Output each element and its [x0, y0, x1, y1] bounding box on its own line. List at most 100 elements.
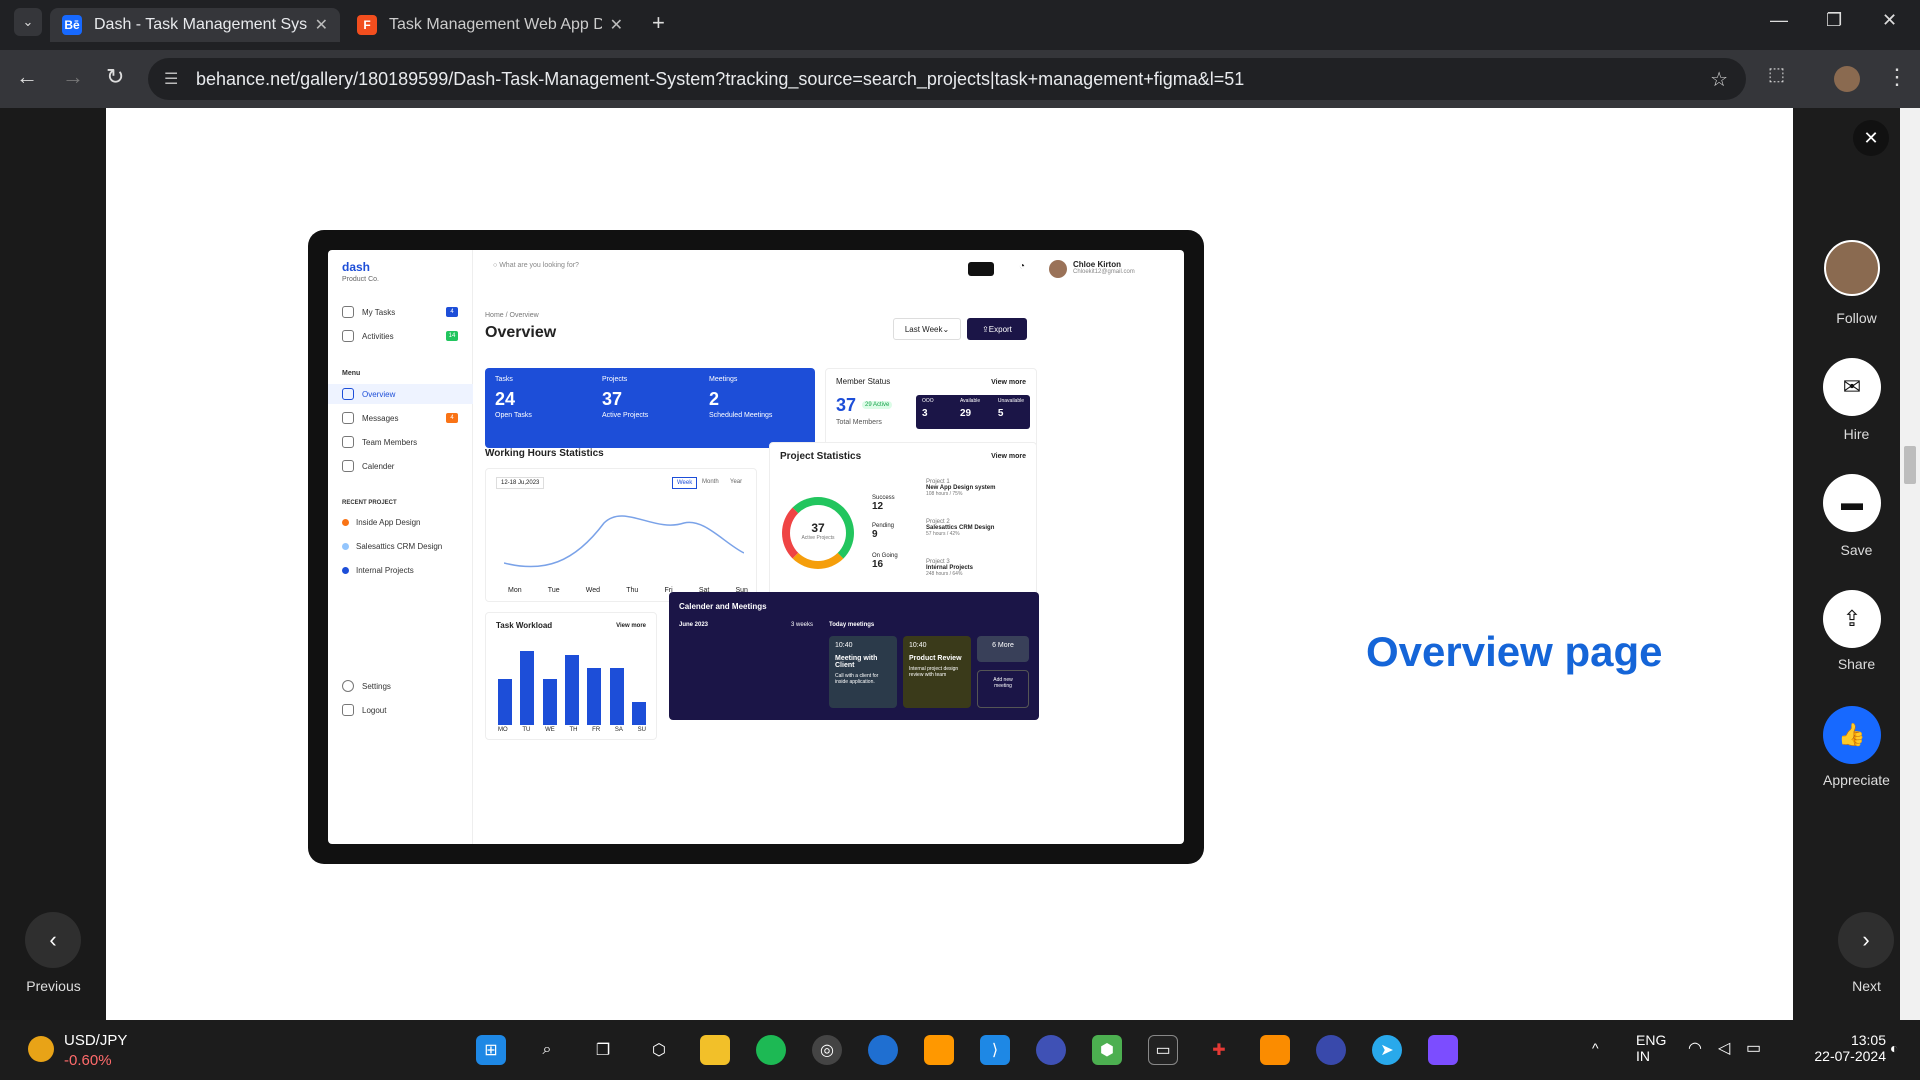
bookmark-star-icon[interactable]: ☆ [1710, 67, 1728, 92]
virtualbox-icon[interactable]: ⬡ [644, 1035, 674, 1065]
add-meeting-button[interactable]: Add new meeting [977, 670, 1029, 708]
chrome-icon[interactable]: ◎ [812, 1035, 842, 1065]
close-tab-icon[interactable]: ✕ [610, 15, 623, 35]
close-modal-button[interactable]: ✕ [1853, 120, 1889, 156]
extensions-icon[interactable]: ⬚ [1768, 64, 1785, 85]
eclipse-icon[interactable] [1036, 1035, 1066, 1065]
file-explorer-icon[interactable] [700, 1035, 730, 1065]
reload-icon[interactable]: ↻ [106, 64, 124, 90]
profile-avatar[interactable] [1834, 66, 1860, 92]
battery-icon[interactable]: ▭ [1746, 1038, 1761, 1058]
view-more-link[interactable]: View more [991, 453, 1026, 460]
stat-tasks[interactable]: Tasks 24 Open Tasks [495, 376, 595, 419]
stat-meetings[interactable]: Meetings 2 Scheduled Meetings [709, 376, 809, 419]
scrollbar-thumb[interactable] [1904, 446, 1916, 484]
tick-label: TH [569, 727, 578, 733]
ticker-label[interactable]: USD/JPY [64, 1032, 127, 1049]
meeting-card[interactable]: 10:40 Meeting with Client Call with a clie… [829, 636, 897, 708]
sidebar-item-overview[interactable]: Overview [328, 384, 473, 404]
sidebar-item-activities[interactable]: Activities 14 [342, 326, 462, 346]
page-scrollbar[interactable] [1900, 108, 1920, 1020]
language-indicator[interactable]: ENG IN [1636, 1032, 1666, 1064]
autocad-icon[interactable]: ✚ [1204, 1035, 1234, 1065]
forward-icon[interactable]: → [62, 64, 84, 90]
restore-icon[interactable]: ❐ [1826, 10, 1842, 31]
tab-year[interactable]: Year [730, 479, 742, 485]
close-tab-icon[interactable]: ✕ [315, 15, 328, 35]
xampp-icon[interactable] [1260, 1035, 1290, 1065]
site-info-icon[interactable]: ☰ [164, 69, 178, 89]
recent-project-item[interactable]: Inside App Design [342, 512, 462, 532]
hire-button[interactable]: ✉ [1823, 358, 1881, 416]
sidebar-item-settings[interactable]: Settings [342, 676, 462, 696]
sidebar-item-logout[interactable]: Logout [342, 700, 462, 720]
firefox-icon[interactable] [868, 1035, 898, 1065]
sidebar-item-calender[interactable]: Calender [342, 456, 462, 476]
tab-behance[interactable]: Bē Dash - Task Management Syste ✕ [50, 8, 340, 42]
sidebar-item-my-tasks[interactable]: My Tasks 4 [342, 302, 462, 322]
previous-project-button[interactable]: ‹ [25, 912, 81, 968]
search-icon[interactable]: ⌕ [532, 1035, 562, 1065]
tab-figma[interactable]: F Task Management Web App De ✕ [345, 8, 635, 42]
obsidian-icon[interactable] [1428, 1035, 1458, 1065]
notifications-icon[interactable]: ◐ [1890, 1040, 1898, 1056]
recent-project-item[interactable]: Salesattics CRM Design [342, 536, 462, 556]
close-window-icon[interactable]: ✕ [1882, 10, 1897, 31]
meeting-card[interactable]: 10:40 Product Review Internal project desi… [903, 636, 971, 708]
list-item[interactable]: Project 1 New App Design system 108 hours … [926, 479, 1030, 519]
export-button[interactable]: ⇪ Export [967, 318, 1027, 340]
total-members-label: Total Members [836, 419, 882, 426]
minimize-icon[interactable]: — [1770, 10, 1788, 31]
theme-toggle[interactable] [968, 262, 994, 276]
back-icon[interactable]: ← [16, 64, 38, 90]
tab-title: Task Management Web App De [389, 16, 602, 33]
menu-icon[interactable]: ⋮ [1886, 64, 1908, 90]
save-button[interactable]: ▬ [1823, 474, 1881, 532]
tab-search-icon[interactable]: ⌄ [14, 8, 42, 36]
avatar[interactable] [1049, 260, 1067, 278]
view-more-link[interactable]: View more [616, 623, 646, 629]
next-project-button[interactable]: › [1838, 912, 1894, 968]
vscode-icon[interactable]: ⟩ [980, 1035, 1010, 1065]
volume-icon[interactable]: ◁ [1718, 1038, 1730, 1058]
spotify-icon[interactable] [756, 1035, 786, 1065]
wifi-icon[interactable]: ◠ [1688, 1038, 1702, 1058]
eclipse-alt-icon[interactable] [1316, 1035, 1346, 1065]
tab-title: Dash - Task Management Syste [94, 16, 307, 33]
terminal-icon[interactable]: ▭ [1148, 1035, 1178, 1065]
tab-month[interactable]: Month [702, 479, 719, 485]
project-hours: 57 hours / 42% [926, 531, 960, 537]
telegram-icon[interactable]: ➤ [1372, 1035, 1402, 1065]
owner-avatar[interactable] [1824, 240, 1880, 296]
date-range-select[interactable]: 12-18 Ju,2023 [496, 477, 545, 489]
period-select[interactable]: Last Week ⌄ [893, 318, 961, 340]
ooo-label: OOO [922, 398, 934, 404]
stat-projects[interactable]: Projects 37 Active Projects [602, 376, 702, 419]
appreciate-button[interactable]: 👍 [1823, 706, 1881, 764]
tab-week[interactable]: Week [672, 477, 698, 489]
share-button[interactable]: ⇪ [1823, 590, 1881, 648]
sublime-icon[interactable] [924, 1035, 954, 1065]
x-axis: MO TU WE TH FR SA SU [498, 727, 646, 733]
tray-chevron-icon[interactable]: ^ [1592, 1040, 1599, 1056]
start-icon[interactable]: ⊞ [476, 1035, 506, 1065]
search-input[interactable]: ○ What are you looking for? [493, 262, 579, 269]
sidebar-item-team-members[interactable]: Team Members [342, 432, 462, 452]
task-view-icon[interactable]: ❐ [588, 1035, 618, 1065]
recent-project-item[interactable]: Internal Projects [342, 560, 462, 580]
bell-icon[interactable]: ◔ [1019, 261, 1025, 272]
list-item[interactable]: Project 2 Salesattics CRM Design 57 hours … [926, 519, 1030, 559]
clock[interactable]: 13:05 22-07-2024 [1802, 1032, 1886, 1064]
project-dot-icon [342, 566, 349, 574]
new-tab-icon[interactable]: + [652, 10, 665, 36]
checkbox-icon [342, 306, 354, 318]
unavailable-value: 5 [997, 408, 1004, 419]
previous-label: Previous [26, 978, 81, 994]
sidebar-item-messages[interactable]: Messages 4 [342, 408, 462, 428]
currency-widget-icon[interactable] [28, 1036, 54, 1062]
url-field[interactable]: ☰ behance.net/gallery/180189599/Dash-Tas… [148, 58, 1746, 100]
view-more-link[interactable]: View more [991, 379, 1026, 386]
user-menu[interactable]: Chloe Kirton Chloekit12@gmail.com [1073, 260, 1135, 275]
app-icon[interactable]: ⬢ [1092, 1035, 1122, 1065]
more-meetings-button[interactable]: 6 More [977, 636, 1029, 662]
